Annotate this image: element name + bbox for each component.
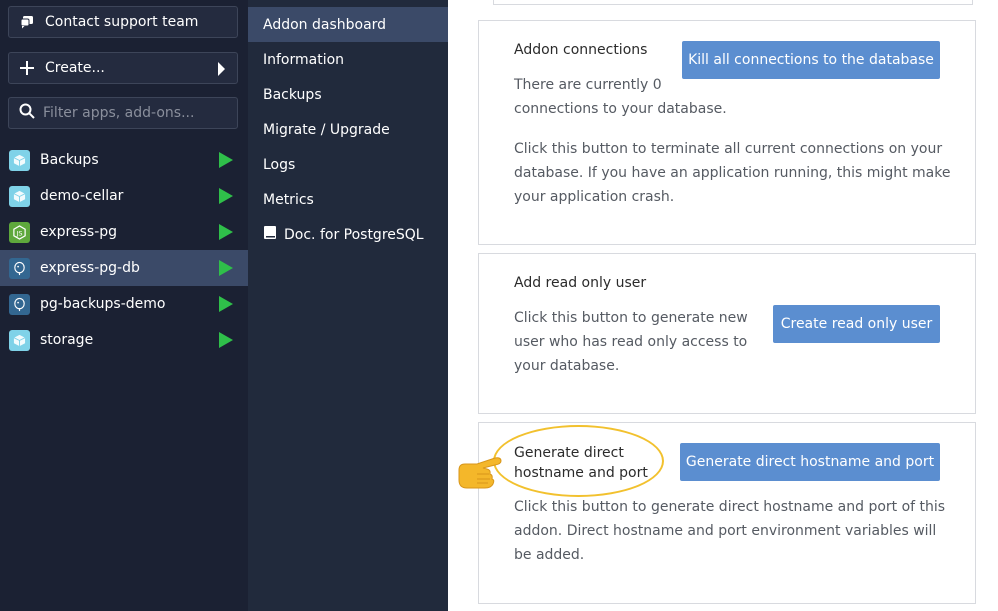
- previous-card-edge: [493, 0, 973, 5]
- doc-label: Doc. for PostgreSQL: [284, 226, 424, 243]
- chevron-right-icon: [218, 62, 225, 76]
- app-item-backups[interactable]: Backups: [0, 142, 248, 178]
- card-title: Add read only user: [514, 275, 647, 291]
- connection-status-text: There are currently 0 connections to you…: [514, 77, 727, 117]
- app-label: pg-backups-demo: [40, 296, 166, 312]
- nav-item-migrate-upgrade[interactable]: Migrate / Upgrade: [248, 112, 448, 147]
- highlight-ellipse: [493, 425, 664, 497]
- play-icon[interactable]: [219, 224, 233, 240]
- create-label: Create...: [45, 60, 105, 76]
- svg-text:JS: JS: [15, 229, 22, 237]
- pointing-hand-icon: [458, 457, 502, 489]
- app-item-demo-cellar[interactable]: demo-cellar: [0, 178, 248, 214]
- app-label: express-pg: [40, 224, 118, 240]
- card-addon-connections: Addon connections There are currently 0 …: [478, 20, 976, 245]
- card-description: Click this button to terminate all curre…: [514, 141, 951, 205]
- app-sidebar: Contact support team Create... Backups d…: [0, 0, 248, 611]
- create-button[interactable]: Create...: [8, 52, 238, 84]
- card-title: Addon connections: [514, 42, 648, 58]
- nav-item-metrics[interactable]: Metrics: [248, 182, 448, 217]
- postgresql-icon: [9, 293, 30, 315]
- create-read-only-user-button[interactable]: Create read only user: [773, 305, 940, 343]
- card-read-only-user: Add read only user Click this button to …: [478, 253, 976, 414]
- book-icon: [263, 225, 284, 244]
- nav-item-backups[interactable]: Backups: [248, 77, 448, 112]
- app-list: Backups demo-cellar JS express-pg expres…: [0, 142, 248, 358]
- cube-icon: [9, 329, 30, 351]
- main-content: Addon connections There are currently 0 …: [448, 0, 998, 611]
- app-item-pg-backups-demo[interactable]: pg-backups-demo: [0, 286, 248, 322]
- app-label: express-pg-db: [40, 260, 140, 276]
- card-description: Click this button to generate direct hos…: [514, 499, 946, 563]
- contact-support-label: Contact support team: [45, 14, 199, 30]
- play-icon[interactable]: [219, 332, 233, 348]
- nav-item-addon-dashboard[interactable]: Addon dashboard: [248, 7, 448, 42]
- kill-connections-button[interactable]: Kill all connections to the database: [682, 41, 940, 79]
- search-icon: [19, 103, 35, 123]
- nav-item-logs[interactable]: Logs: [248, 147, 448, 182]
- contact-support-button[interactable]: Contact support team: [8, 6, 238, 38]
- postgresql-icon: [9, 257, 30, 279]
- plus-icon: [19, 60, 35, 76]
- nav-item-doc-postgresql[interactable]: Doc. for PostgreSQL: [248, 217, 448, 252]
- app-label: demo-cellar: [40, 188, 124, 204]
- cube-icon: [9, 185, 30, 207]
- app-label: storage: [40, 332, 94, 348]
- nav-item-information[interactable]: Information: [248, 42, 448, 77]
- app-label: Backups: [40, 152, 99, 168]
- play-icon[interactable]: [219, 296, 233, 312]
- search-box[interactable]: [8, 97, 238, 129]
- app-item-express-pg-db[interactable]: express-pg-db: [0, 250, 248, 286]
- nodejs-icon: JS: [9, 221, 30, 243]
- play-icon[interactable]: [219, 152, 233, 168]
- app-item-express-pg[interactable]: JS express-pg: [0, 214, 248, 250]
- play-icon[interactable]: [219, 188, 233, 204]
- card-description: Click this button to generate new user w…: [514, 310, 748, 374]
- search-input[interactable]: [43, 105, 223, 121]
- cube-icon: [9, 149, 30, 171]
- addon-nav: Addon dashboard Information Backups Migr…: [248, 0, 448, 611]
- play-icon[interactable]: [219, 260, 233, 276]
- chat-icon: [19, 14, 35, 30]
- app-item-storage[interactable]: storage: [0, 322, 248, 358]
- generate-direct-hostname-button[interactable]: Generate direct hostname and port: [680, 443, 940, 481]
